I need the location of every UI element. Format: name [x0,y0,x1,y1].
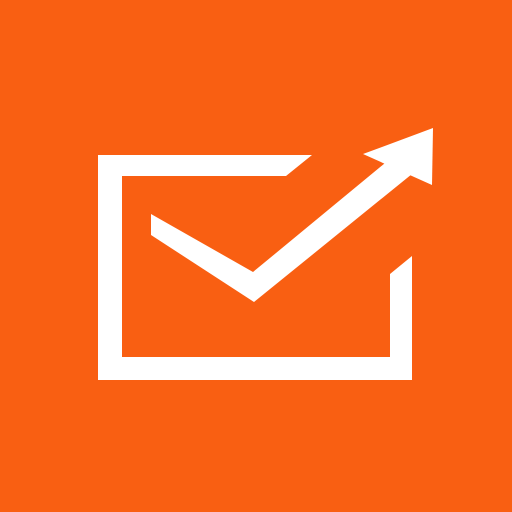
envelope-send-arrow-icon [0,0,512,512]
icon-background [0,0,512,512]
app-icon [0,0,512,512]
